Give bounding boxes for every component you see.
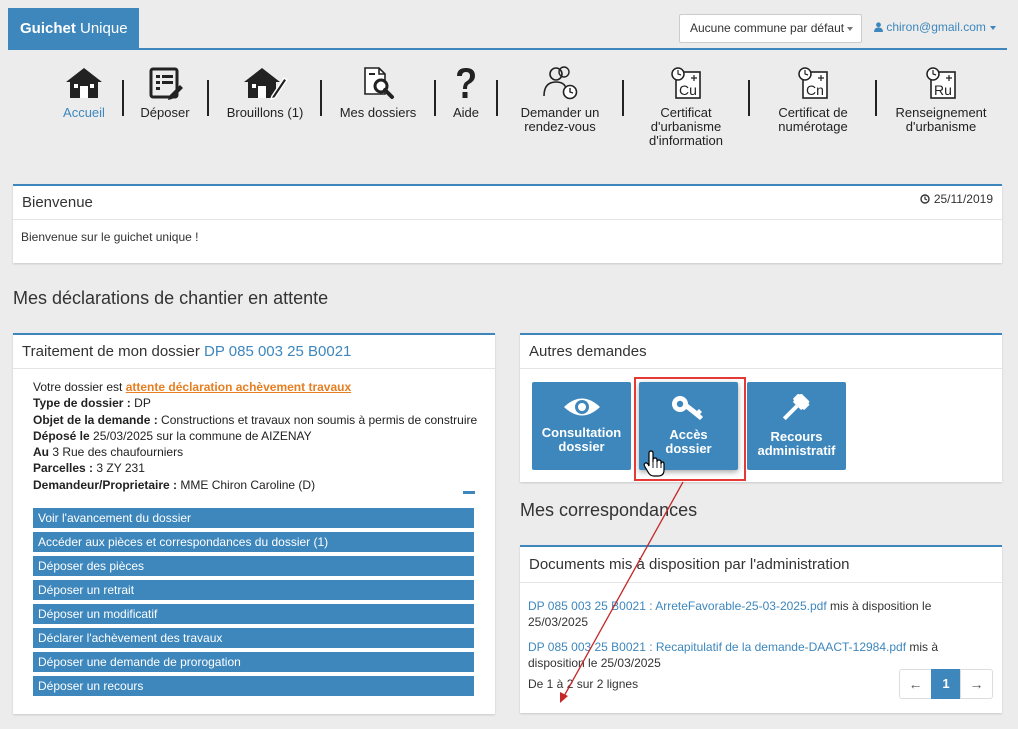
nav-label: Accueil xyxy=(63,105,105,120)
header-divider xyxy=(8,48,1007,50)
nav-label-line1: Demander un xyxy=(520,105,600,120)
nav-separator xyxy=(748,80,750,116)
doc-link[interactable]: DP 085 003 25 B0021 : ArreteFavorable-25… xyxy=(528,599,827,613)
pager-next[interactable]: → xyxy=(960,669,993,699)
nav-label: Mes dossiers xyxy=(339,105,417,120)
action-deposer-pieces[interactable]: Déposer des pièces xyxy=(33,556,474,576)
user-menu[interactable]: chiron@gmail.com xyxy=(874,20,996,34)
eye-icon xyxy=(563,398,600,416)
commune-select-value: Aucune commune par défaut xyxy=(690,21,845,35)
brand-logo[interactable]: Guichet Unique xyxy=(8,8,139,49)
gavel-icon xyxy=(782,394,809,421)
svg-text:Ru: Ru xyxy=(934,82,952,98)
correspondances-section-title: Mes correspondances xyxy=(520,500,698,520)
nav-brouillons[interactable]: Brouillons (1) xyxy=(222,66,308,120)
nav-separator xyxy=(622,80,624,116)
hand-cursor-icon xyxy=(643,450,665,477)
pager-page-1[interactable]: 1 xyxy=(931,669,961,699)
dossier-number-link[interactable]: DP 085 003 25 B0021 xyxy=(204,343,351,360)
nav-rendez-vous[interactable]: Demander un rendez-vous xyxy=(510,66,610,134)
nav-deposer[interactable]: Déposer xyxy=(136,66,194,120)
collapse-toggle[interactable] xyxy=(463,491,475,494)
nav-mes-dossiers[interactable]: Mes dossiers xyxy=(336,66,420,120)
nav-label-line1: Certificat xyxy=(660,105,712,120)
svg-text:Cu: Cu xyxy=(679,82,697,98)
chevron-down-icon xyxy=(847,27,853,31)
doc-list: DP 085 003 25 B0021 : ArreteFavorable-25… xyxy=(528,598,994,671)
ru-icon: Ru xyxy=(926,67,956,99)
nav-aide[interactable]: Aide xyxy=(448,66,484,120)
nav-certificat-urbanisme[interactable]: Cu Certificat d'urbanisme d'information xyxy=(638,66,734,148)
nav-label: Brouillons (1) xyxy=(226,105,304,120)
home-icon xyxy=(66,68,102,98)
brand-bold: Guichet xyxy=(20,20,76,37)
action-deposer-retrait[interactable]: Déposer un retrait xyxy=(33,580,474,600)
nav-label-line3: d'information xyxy=(648,133,724,148)
commune-select[interactable]: Aucune commune par défaut xyxy=(679,14,862,43)
autres-demandes-title: Autres demandes xyxy=(520,335,1002,369)
chevron-down-icon xyxy=(989,25,996,30)
status-value: attente déclaration achèvement travaux xyxy=(125,380,352,394)
users-clock-icon xyxy=(543,66,578,100)
status-line: Votre dossier est attente déclaration ac… xyxy=(33,380,352,394)
form-edit-icon xyxy=(149,67,183,100)
date-text: 25/11/2019 xyxy=(933,192,993,206)
nav-separator xyxy=(122,80,124,116)
adresse-line: Au 3 Rue des chaufourniers xyxy=(33,445,184,460)
doc-link[interactable]: DP 085 003 25 B0021 : Recapitulatif de l… xyxy=(528,640,906,654)
nav-accueil[interactable]: Accueil xyxy=(56,66,112,120)
nav-label-line1: Renseignement xyxy=(895,105,987,120)
user-email: chiron@gmail.com xyxy=(886,20,986,34)
nav-label-line2: d'urbanisme xyxy=(650,119,722,134)
svg-text:Cn: Cn xyxy=(806,82,824,98)
nav-separator xyxy=(496,80,498,116)
action-acceder-pieces[interactable]: Accéder aux pièces et correspondances du… xyxy=(33,532,474,552)
doc-item: DP 085 003 25 B0021 : Recapitulatif de l… xyxy=(528,640,939,670)
parcelles-line: Parcelles : 3 ZY 231 xyxy=(33,461,145,476)
action-declarer-achevement[interactable]: Déclarer l'achèvement des travaux xyxy=(33,628,474,648)
nav-renseignement-urbanisme[interactable]: Ru Renseignement d'urbanisme xyxy=(890,66,992,134)
nav-label: Déposer xyxy=(140,105,190,120)
welcome-date: 25/11/2019 xyxy=(920,192,993,206)
nav-label: Aide xyxy=(452,105,480,120)
cn-icon: Cn xyxy=(798,67,828,99)
nav-separator xyxy=(875,80,877,116)
tile-recours-administratif[interactable]: Recours administratif xyxy=(747,382,846,470)
clock-icon xyxy=(920,194,931,204)
correspondances-title: Documents mis à disposition par l'admini… xyxy=(520,547,1002,583)
depose-line: Déposé le 25/03/2025 sur la commune de A… xyxy=(33,428,312,443)
nav-label-line2: rendez-vous xyxy=(524,119,596,134)
pagination-count: De 1 à 2 sur 2 lignes xyxy=(528,677,639,691)
nav-label-line1: Certificat de xyxy=(778,105,848,120)
brand-rest: Unique xyxy=(75,20,128,37)
nav-separator xyxy=(207,80,209,116)
doc-item: DP 085 003 25 B0021 : ArreteFavorable-25… xyxy=(528,599,932,629)
declarations-section-title: Mes déclarations de chantier en attente xyxy=(13,288,329,308)
type-line: Type de dossier : DP xyxy=(33,396,151,411)
action-deposer-recours[interactable]: Déposer un recours xyxy=(33,676,474,696)
action-deposer-modificatif[interactable]: Déposer un modificatif xyxy=(33,604,474,624)
welcome-title: Bienvenue xyxy=(13,186,1002,220)
welcome-panel: Bienvenue 25/11/2019 Bienvenue sur le gu… xyxy=(13,184,1002,263)
traitement-title: Traitement de mon dossier DP 085 003 25 … xyxy=(13,335,495,369)
nav-label-line2: d'urbanisme xyxy=(905,119,977,134)
document-search-icon xyxy=(364,67,394,99)
user-icon xyxy=(874,22,883,32)
welcome-message: Bienvenue sur le guichet unique ! xyxy=(21,230,199,244)
action-demande-prorogation[interactable]: Déposer une demande de prorogation xyxy=(33,652,474,672)
pager-prev[interactable]: ← xyxy=(899,669,932,699)
demandeur-line: Demandeur/Proprietaire : MME Chiron Caro… xyxy=(33,477,316,492)
objet-line: Objet de la demande : Constructions et t… xyxy=(33,412,478,427)
tile-consultation-dossier[interactable]: Consultation dossier xyxy=(532,382,631,470)
dossier-info: Votre dossier est attente déclaration ac… xyxy=(33,379,488,493)
home-pencil-icon xyxy=(244,68,288,100)
traitement-title-prefix: Traitement de mon dossier xyxy=(22,343,205,360)
nav-separator xyxy=(320,80,322,116)
nav-label-line2: numérotage xyxy=(778,119,848,134)
nav-certificat-numerotage[interactable]: Cn Certificat de numérotage xyxy=(770,66,856,134)
action-voir-avancement[interactable]: Voir l'avancement du dossier xyxy=(33,508,474,528)
cu-icon: Cu xyxy=(671,67,701,99)
question-icon xyxy=(457,68,475,98)
nav-separator xyxy=(434,80,436,116)
